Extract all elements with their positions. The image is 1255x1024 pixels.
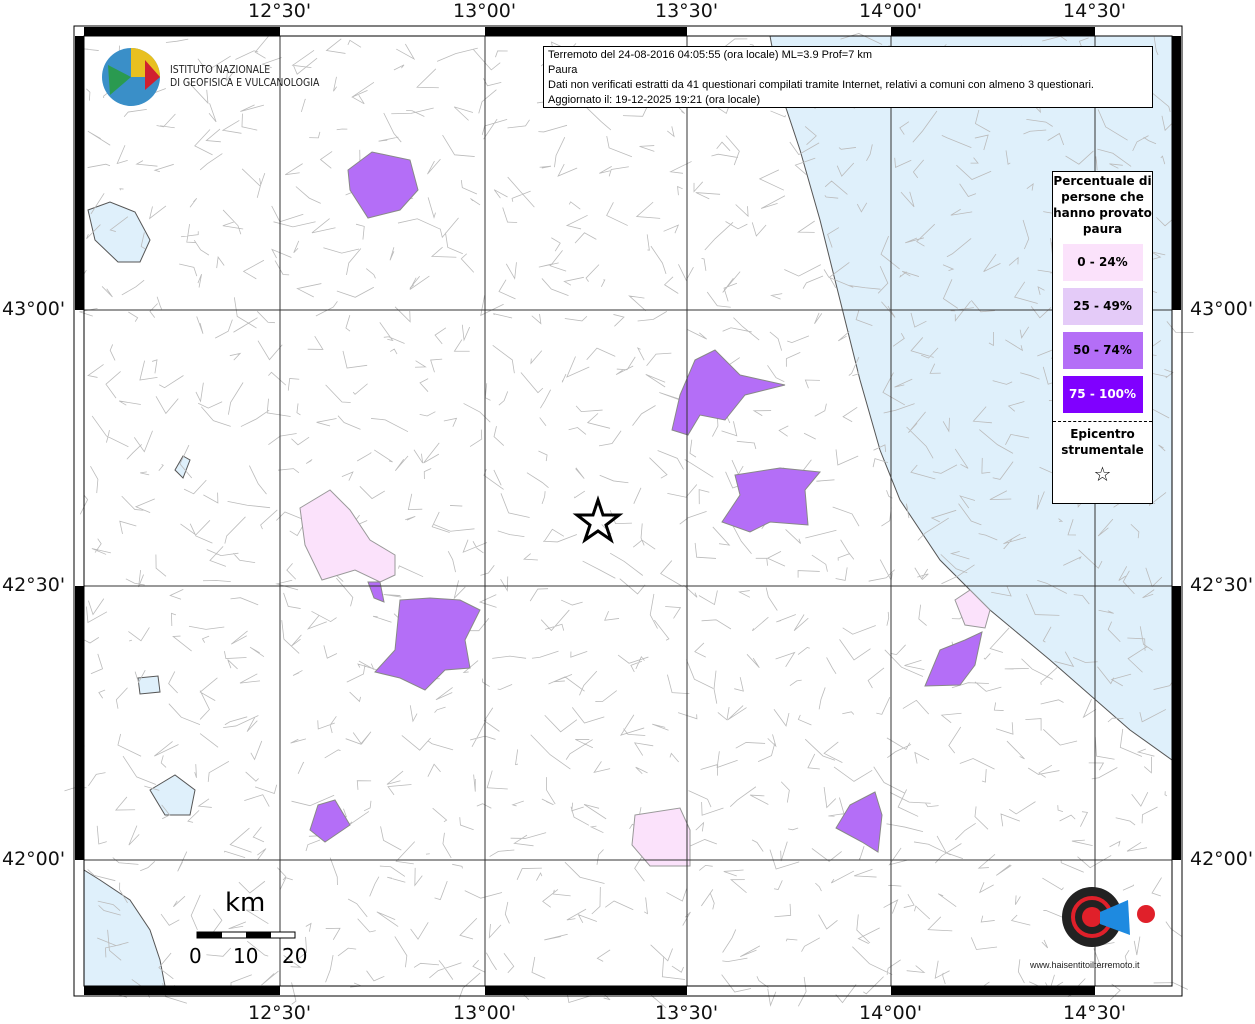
epicenter-label: Epicentro strumentale — [1061, 427, 1144, 457]
comune-50-74 — [721, 467, 821, 533]
lon-label: 13°00' — [453, 1002, 517, 1024]
legend-class-25-49: 25 - 49% — [1062, 288, 1143, 325]
data-note: Dati non verificati estratti da 41 quest… — [548, 79, 1094, 91]
scale-bar — [196, 931, 296, 939]
lon-label: 12°30' — [248, 0, 312, 22]
ingv-logo — [102, 48, 160, 106]
lat-label: 42°30' — [2, 574, 66, 596]
scale-tick: 0 — [189, 944, 202, 968]
legend: Percentuale di persone che hanno provato… — [1052, 171, 1153, 504]
ingv-line1: ISTITUTO NAZIONALE — [170, 63, 271, 76]
lat-label: 43°00' — [2, 298, 66, 320]
legend-title: Percentuale di persone che hanno provato… — [1053, 174, 1152, 236]
scale-tick: 10 — [233, 944, 259, 968]
parameter-line: Paura — [548, 64, 578, 76]
scale-tick: 20 — [282, 944, 308, 968]
lake-piediluco — [137, 675, 161, 695]
ingv-line2: DI GEOFISICA E VULCANOLOGIA — [170, 76, 320, 89]
lon-label: 14°00' — [859, 1002, 923, 1024]
ingv-logo-text: ISTITUTO NAZIONALE DI GEOFISICA E VULCAN… — [170, 63, 319, 89]
intensity-map — [64, 25, 1194, 1009]
lat-label: 42°30' — [1190, 574, 1254, 596]
lon-label: 13°30' — [655, 0, 719, 22]
lat-label: 42°00' — [1190, 848, 1254, 870]
lon-label: 14°30' — [1063, 1002, 1127, 1024]
star-icon: ☆ — [1093, 462, 1112, 486]
lon-label: 14°00' — [859, 0, 923, 22]
event-line: Terremoto del 24-08-2016 04:05:55 (ora l… — [548, 49, 873, 61]
lon-label: 14°30' — [1063, 0, 1127, 22]
haisentito-logo-text: www.haisentitoilterremoto.it — [1030, 960, 1140, 970]
lon-label: 12°30' — [248, 1002, 312, 1024]
legend-class-0-24: 0 - 24% — [1062, 244, 1143, 281]
scale-unit: km — [225, 888, 266, 918]
event-info-box: Terremoto del 24-08-2016 04:05:55 (ora l… — [543, 46, 1153, 108]
lon-label: 13°00' — [453, 0, 517, 22]
updated-line: Aggiornato il: 19-12-2025 19:21 (ora loc… — [548, 94, 761, 106]
lat-label: 43°00' — [1190, 298, 1254, 320]
lat-label: 42°00' — [2, 848, 66, 870]
lon-label: 13°30' — [655, 1002, 719, 1024]
legend-class-50-74: 50 - 74% — [1062, 332, 1143, 369]
legend-class-75-100: 75 - 100% — [1062, 376, 1143, 413]
